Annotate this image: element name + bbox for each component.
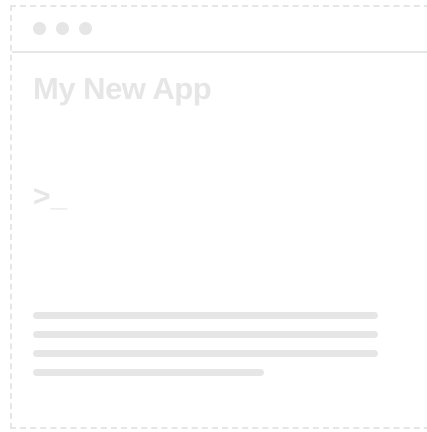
text-placeholder-line [33,331,378,338]
app-title: My New App [33,71,212,106]
window-control-dot[interactable] [79,22,92,35]
text-placeholder-line [33,369,264,376]
window-titlebar [12,7,427,53]
window-control-dot[interactable] [33,22,46,35]
app-window: My New App >_ [10,5,427,429]
terminal-prompt-icon: >_ [33,180,68,213]
window-control-dot[interactable] [56,22,69,35]
text-placeholder-line [33,350,378,357]
text-placeholder-line [33,312,378,319]
